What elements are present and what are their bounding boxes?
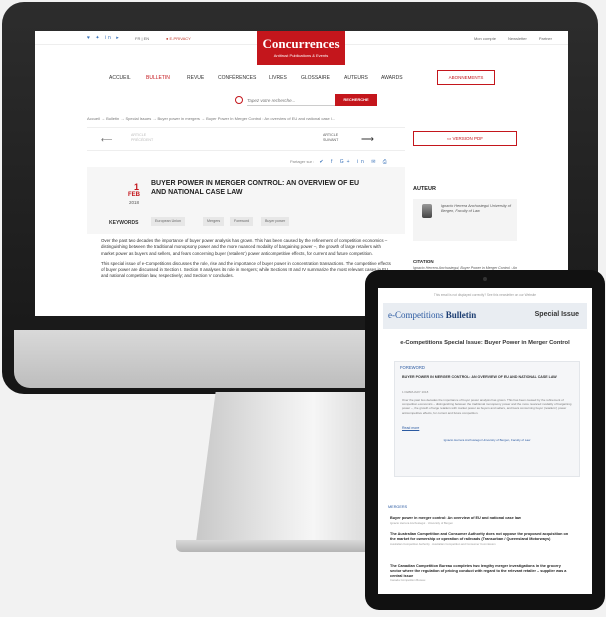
tablet-device: This email is not displayed correctly? S… (365, 270, 605, 610)
subscribe-button[interactable]: ABONNEMENTS (437, 70, 495, 85)
list-item[interactable]: Buyer power in merger control: An overvi… (390, 516, 570, 526)
foreword-date: 1 FEBRUARY 2018 (402, 390, 429, 394)
tablet-screen: This email is not displayed correctly? S… (378, 288, 592, 594)
share-label: Partager sur : (290, 159, 315, 164)
social-icons[interactable]: ♥ ✦ in ▸ (87, 35, 121, 41)
partner-link[interactable]: Partner (539, 36, 552, 41)
newsletter-title: e-Competitions Special Issue: Buyer Powe… (400, 340, 570, 346)
site-logo[interactable]: Concurrences Antitrust Publications & Ev… (257, 31, 345, 65)
previous-article-link[interactable]: ARTICLE PRÉCÉDENT (131, 133, 161, 143)
item-meta: Ignacio Herrera Anchustegui · University… (390, 520, 453, 525)
keyword-tag[interactable]: Buyer power (261, 217, 290, 226)
breadcrumb: Accueil → Bulletin → Special Issues → Bu… (87, 116, 336, 121)
citation-heading: CITATION (413, 259, 434, 264)
author-card[interactable]: Ignacio Herrera Anchustegui University o… (413, 199, 517, 241)
article-day: 1 (134, 182, 140, 192)
main-nav: ACCUEIL BULLETIN REVUE CONFÉRENCES LIVRE… (35, 69, 568, 89)
avatar (422, 204, 432, 218)
nav-glossaire[interactable]: GLOSSAIRE (301, 75, 330, 81)
nav-bulletin[interactable]: BULLETIN (146, 75, 170, 81)
item-meta: Australian Competition Authority · Austr… (390, 541, 496, 546)
nav-conferences[interactable]: CONFÉRENCES (218, 75, 256, 81)
article-pager: ⟵ ARTICLE PRÉCÉDENT ARTICLE SUIVANT ⟶ (87, 127, 405, 151)
logo-suffix: Bulletin (445, 310, 477, 320)
search-button[interactable]: RECHERCHE (335, 94, 377, 106)
search-bar: RECHERCHE (35, 94, 568, 108)
newsletter-header: e-Competitions Bulletin Special Issue (383, 303, 587, 329)
item-title[interactable]: The Australian Competition and Consumer … (390, 532, 570, 542)
privacy-link[interactable]: ● E-PRIVACY (166, 36, 191, 41)
article-paragraph: Over the past two decades the importance… (101, 238, 388, 256)
article-title: BUYER POWER IN MERGER CONTROL: AN OVERVI… (151, 180, 360, 196)
email-view-note[interactable]: This email is not displayed correctly? S… (378, 293, 592, 297)
article-body: Over the past two decades the importance… (87, 234, 405, 316)
logo-name: Concurrences (262, 36, 340, 51)
item-meta: Canada Competition Bureau (390, 578, 426, 583)
keyword-tag[interactable]: Mergers (203, 217, 225, 226)
logo-prefix: e-Competitions (388, 310, 444, 320)
search-icon (235, 96, 243, 104)
article-year: 2018 (129, 200, 140, 205)
foreword-heading: FOREWORD (400, 365, 425, 370)
article-paragraph: This special issue of e-Competitions dis… (101, 260, 391, 279)
nav-auteurs[interactable]: AUTEURS (344, 75, 368, 81)
read-more-link[interactable]: Read more (402, 426, 419, 430)
pdf-version-button[interactable]: ▭ VERSION PDF (413, 131, 517, 146)
next-article-link[interactable]: ARTICLE SUIVANT (323, 133, 353, 143)
list-item[interactable]: The Canadian Competition Bureau complete… (390, 564, 570, 583)
mergers-heading: MERGERS (388, 505, 408, 509)
newsletter-link[interactable]: Newsletter (508, 36, 527, 41)
top-links: Mon compte Newsletter Partner (474, 36, 552, 41)
author-heading: AUTEUR (413, 186, 436, 192)
camera-icon (483, 277, 487, 281)
search-input[interactable] (247, 95, 335, 106)
share-row: Partager sur : ✔ f G+ in ✉ ⎙ (290, 159, 390, 165)
item-title[interactable]: The Canadian Competition Bureau complete… (390, 564, 570, 578)
newsletter-logo: e-Competitions Bulletin (388, 310, 476, 320)
keywords-label: KEYWORDS (109, 220, 139, 226)
special-issue-label: Special Issue (534, 311, 579, 318)
account-link[interactable]: Mon compte (474, 36, 496, 41)
keyword-tag[interactable]: Foreword (230, 217, 254, 226)
foreword-title[interactable]: BUYER POWER IN MERGER CONTROL: AN OVERVI… (402, 375, 572, 380)
nav-revue[interactable]: REVUE (187, 75, 204, 81)
foreword-author[interactable]: Ignacio Herrera Anchustegui University o… (395, 438, 579, 442)
language-switch[interactable]: FR | EN (135, 36, 149, 41)
share-icons[interactable]: ✔ f G+ in ✉ ⎙ (319, 159, 389, 165)
article-month: FEB (128, 192, 140, 198)
list-item[interactable]: The Australian Competition and Consumer … (390, 532, 570, 546)
pdf-version-label: VERSION PDF (452, 136, 484, 141)
nav-accueil[interactable]: ACCUEIL (109, 75, 131, 81)
arrow-right-icon[interactable]: ⟶ (361, 134, 374, 145)
nav-awards[interactable]: AWARDS (381, 75, 403, 81)
keyword-tag[interactable]: European Union (151, 217, 185, 226)
monitor-stand (196, 392, 392, 542)
foreword-card: FOREWORD BUYER POWER IN MERGER CONTROL: … (394, 361, 580, 477)
arrow-left-icon[interactable]: ⟵ (101, 135, 112, 144)
author-name[interactable]: Ignacio Herrera Anchustegui University o… (441, 204, 513, 214)
foreword-body: Over the past two decades the importance… (402, 398, 572, 415)
nav-livres[interactable]: LIVRES (269, 75, 287, 81)
logo-tagline: Antitrust Publications & Events (273, 53, 329, 58)
